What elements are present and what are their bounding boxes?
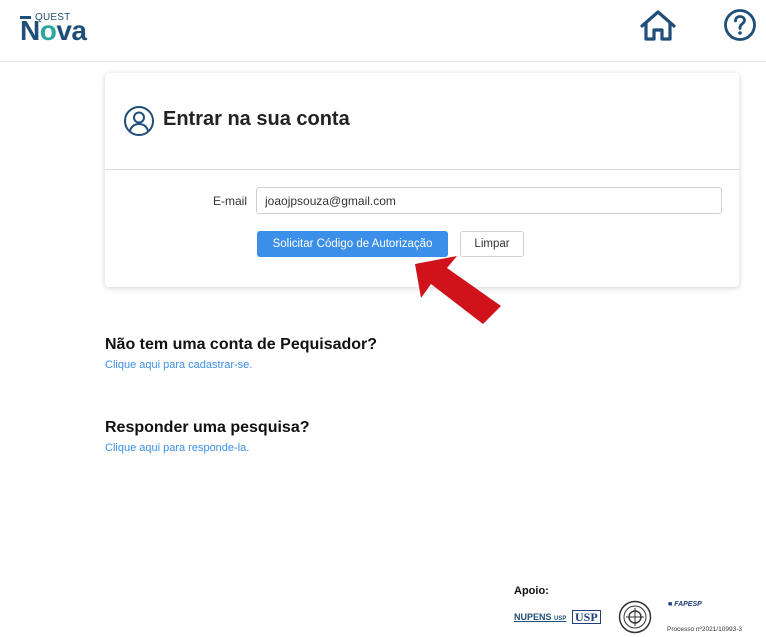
register-heading: Não tem uma conta de Pequisador? bbox=[105, 336, 378, 353]
processo-text: Processo nº2021/10993-3 bbox=[667, 626, 743, 633]
nupens-logo: NUPENS USP bbox=[514, 612, 566, 622]
red-arrow-annotation bbox=[415, 256, 501, 324]
register-link[interactable]: Clique aqui para cadastrar-se. bbox=[105, 359, 252, 371]
logo-nova-text: Nova bbox=[20, 17, 87, 45]
login-card-header: Entrar na sua conta bbox=[105, 73, 739, 170]
question-circle-icon[interactable] bbox=[723, 8, 757, 42]
respond-link[interactable]: Clique aqui para responde-la. bbox=[105, 442, 249, 454]
header-divider bbox=[0, 61, 766, 62]
logo-va: va bbox=[56, 15, 87, 46]
nupens-sub: USP bbox=[554, 616, 567, 622]
fapesp-text: FAPESP bbox=[674, 601, 702, 608]
logo-n: N bbox=[20, 15, 40, 46]
usp-logo: USP bbox=[572, 610, 601, 624]
apoio-label: Apoio: bbox=[514, 585, 549, 597]
email-label: E-mail bbox=[213, 194, 248, 208]
fapesp-logo: ■ FAPESP bbox=[668, 601, 702, 608]
nupens-text: NUPENS bbox=[514, 612, 552, 622]
respond-heading: Responder uma pesquisa? bbox=[105, 419, 310, 436]
university-seal-icon bbox=[618, 600, 652, 634]
quest-nova-logo[interactable]: QUEST Nova bbox=[20, 12, 90, 52]
logo-o: o bbox=[39, 15, 57, 46]
user-circle-icon bbox=[124, 106, 154, 136]
home-icon[interactable] bbox=[638, 8, 678, 44]
email-field[interactable] bbox=[256, 187, 722, 214]
login-title: Entrar na sua conta bbox=[163, 108, 350, 130]
